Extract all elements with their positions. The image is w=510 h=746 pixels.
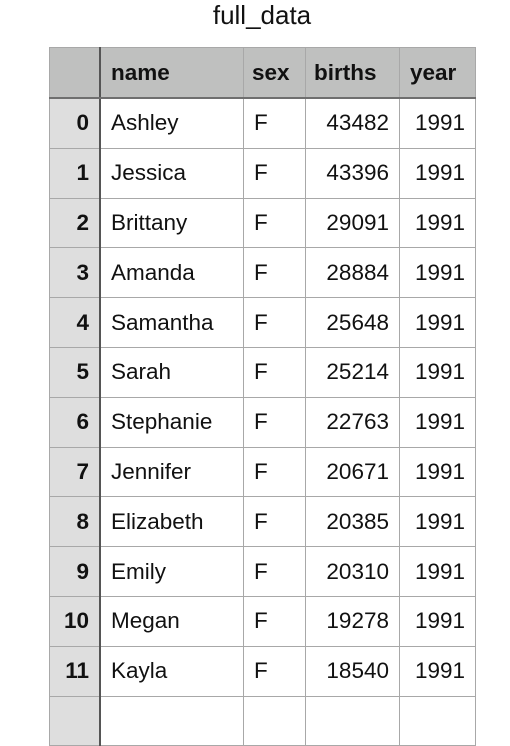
table-row: 10 Megan F 19278 1991	[49, 595, 476, 647]
row-index-cell: 9	[49, 546, 101, 597]
table-row: 8 Elizabeth F 20385 1991	[49, 496, 476, 548]
sex-cell: F	[243, 396, 306, 448]
table-row: 1 Jessica F 43396 1991	[49, 147, 476, 199]
table-row: 11 Kayla F 18540 1991	[49, 645, 476, 697]
births-cell: 22763	[305, 396, 400, 448]
year-cell: 1991	[399, 197, 476, 249]
name-cell: Kayla	[99, 645, 244, 697]
name-cell: Amanda	[99, 247, 244, 299]
name-cell: Brittany	[99, 197, 244, 249]
births-cell: 43482	[305, 97, 400, 149]
table-row: 5 Sarah F 25214 1991	[49, 346, 476, 398]
row-index-cell: 7	[49, 446, 101, 498]
births-cell: 20671	[305, 446, 400, 498]
table-row	[49, 695, 476, 746]
table-row: 4 Samantha F 25648 1991	[49, 297, 476, 348]
births-cell: 19278	[305, 595, 400, 647]
sex-cell: F	[243, 496, 306, 548]
births-cell: 25214	[305, 346, 400, 398]
row-index-cell: 10	[49, 595, 101, 647]
births-cell: 43396	[305, 147, 400, 199]
row-index-cell: 4	[49, 297, 101, 348]
name-cell: Jennifer	[99, 446, 244, 498]
row-index-cell: 11	[49, 645, 101, 697]
column-header-births: births	[305, 47, 400, 99]
sex-cell: F	[243, 247, 306, 299]
births-cell: 18540	[305, 645, 400, 697]
data-table: name sex births year 0 Ashley F 43482 1991 1 J…	[49, 47, 476, 746]
column-header-sex: sex	[243, 47, 306, 99]
sex-cell: F	[243, 645, 306, 697]
births-cell: 20310	[305, 546, 400, 597]
name-cell: Samantha	[99, 297, 244, 348]
year-cell: 1991	[399, 546, 476, 597]
year-cell: 1991	[399, 147, 476, 199]
name-cell: Stephanie	[99, 396, 244, 448]
year-cell: 1991	[399, 446, 476, 498]
table-row: 9 Emily F 20310 1991	[49, 546, 476, 597]
table-row: 2 Brittany F 29091 1991	[49, 197, 476, 249]
column-header-name: name	[99, 47, 244, 99]
row-index-cell: 2	[49, 197, 101, 249]
name-cell: Sarah	[99, 346, 244, 398]
year-cell	[399, 695, 476, 746]
sex-cell: F	[243, 297, 306, 348]
name-cell: Jessica	[99, 147, 244, 199]
year-cell: 1991	[399, 396, 476, 448]
name-cell: Megan	[99, 595, 244, 647]
row-index-cell: 3	[49, 247, 101, 299]
births-cell: 20385	[305, 496, 400, 548]
row-index-cell: 5	[49, 346, 101, 398]
header-row: name sex births year	[49, 47, 476, 99]
year-cell: 1991	[399, 496, 476, 548]
table-row: 6 Stephanie F 22763 1991	[49, 396, 476, 448]
year-cell: 1991	[399, 97, 476, 149]
year-cell: 1991	[399, 297, 476, 348]
table-row: 3 Amanda F 28884 1991	[49, 247, 476, 299]
column-header-year: year	[399, 47, 476, 99]
name-cell: Emily	[99, 546, 244, 597]
table-body: 0 Ashley F 43482 1991 1 Jessica F 43396 1991 2 Brit…	[49, 97, 476, 746]
name-cell	[99, 695, 244, 746]
births-cell: 29091	[305, 197, 400, 249]
year-cell: 1991	[399, 645, 476, 697]
year-cell: 1991	[399, 247, 476, 299]
sex-cell: F	[243, 97, 306, 149]
row-index-cell: 6	[49, 396, 101, 448]
table-row: 7 Jennifer F 20671 1991	[49, 446, 476, 498]
sex-cell	[243, 695, 306, 746]
name-cell: Elizabeth	[99, 496, 244, 548]
sex-cell: F	[243, 546, 306, 597]
row-index-cell: 8	[49, 496, 101, 548]
sex-cell: F	[243, 446, 306, 498]
table-row: 0 Ashley F 43482 1991	[49, 97, 476, 149]
sex-cell: F	[243, 147, 306, 199]
row-index-cell: 1	[49, 147, 101, 199]
sex-cell: F	[243, 197, 306, 249]
sex-cell: F	[243, 346, 306, 398]
year-cell: 1991	[399, 595, 476, 647]
row-index-cell: 0	[49, 97, 101, 149]
name-cell: Ashley	[99, 97, 244, 149]
column-header-index	[49, 47, 101, 99]
table-title: full_data	[212, 0, 312, 30]
births-cell: 25648	[305, 297, 400, 348]
sex-cell: F	[243, 595, 306, 647]
births-cell: 28884	[305, 247, 400, 299]
row-index-cell	[49, 695, 101, 746]
births-cell	[305, 695, 400, 746]
year-cell: 1991	[399, 346, 476, 398]
